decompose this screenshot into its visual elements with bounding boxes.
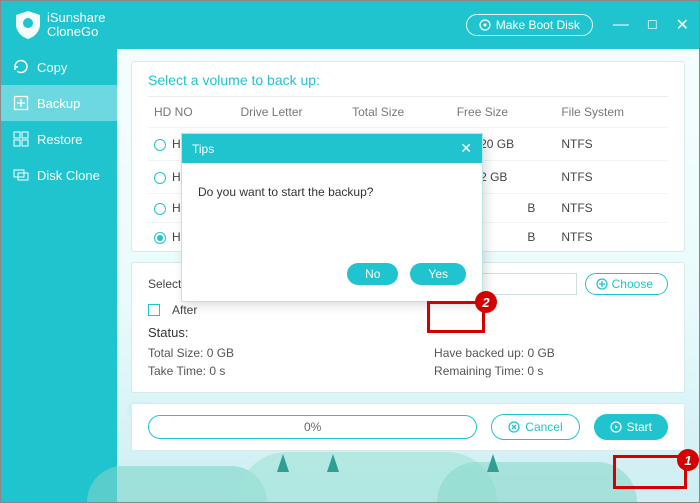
radio-icon[interactable] bbox=[154, 203, 166, 215]
progress-bar: 0% bbox=[148, 415, 477, 439]
sidebar-label-backup: Backup bbox=[37, 96, 80, 111]
radio-icon[interactable] bbox=[154, 232, 166, 244]
shield-logo-icon bbox=[15, 10, 41, 40]
maximize-button[interactable]: ☐ bbox=[647, 18, 658, 32]
tips-dialog: Tips ✕ Do you want to start the backup? … bbox=[181, 133, 483, 302]
diskclone-icon bbox=[13, 167, 29, 183]
status-remain: Remaining Time: 0 s bbox=[434, 362, 555, 380]
bottom-bar: 0% Cancel Start bbox=[131, 403, 685, 451]
sidebar: Copy Backup Restore Disk Clone bbox=[1, 49, 117, 502]
col-total: Total Size bbox=[346, 97, 451, 128]
cancel-icon bbox=[508, 421, 520, 433]
callout-badge-1: 1 bbox=[677, 449, 699, 471]
col-fs: File System bbox=[555, 97, 668, 128]
sidebar-item-copy[interactable]: Copy bbox=[1, 49, 117, 85]
sidebar-label-restore: Restore bbox=[37, 132, 83, 147]
plus-circle-icon bbox=[596, 278, 608, 290]
progress-text: 0% bbox=[304, 420, 321, 434]
after-label: After bbox=[172, 303, 197, 317]
select-volume-title: Select a volume to back up: bbox=[148, 72, 668, 88]
status-total: Total Size: 0 GB bbox=[148, 344, 234, 362]
sidebar-item-diskclone[interactable]: Disk Clone bbox=[1, 157, 117, 193]
sidebar-label-diskclone: Disk Clone bbox=[37, 168, 100, 183]
close-button[interactable]: ✕ bbox=[676, 15, 689, 35]
status-title: Status: bbox=[148, 325, 668, 340]
dialog-yes-button[interactable]: Yes bbox=[410, 263, 466, 285]
copy-icon bbox=[13, 59, 29, 75]
sidebar-item-backup[interactable]: Backup bbox=[1, 85, 117, 121]
choose-button[interactable]: Choose bbox=[585, 273, 668, 295]
disc-icon bbox=[479, 19, 491, 31]
callout-badge-2: 2 bbox=[475, 291, 497, 313]
col-free: Free Size bbox=[451, 97, 556, 128]
make-boot-disk-button[interactable]: Make Boot Disk bbox=[466, 14, 593, 36]
dialog-close-button[interactable]: ✕ bbox=[460, 140, 472, 157]
dialog-title: Tips bbox=[192, 142, 214, 156]
after-checkbox[interactable] bbox=[148, 304, 160, 316]
dialog-no-button[interactable]: No bbox=[347, 263, 398, 285]
status-backed: Have backed up: 0 GB bbox=[434, 344, 555, 362]
radio-icon[interactable] bbox=[154, 172, 166, 184]
radio-icon[interactable] bbox=[154, 139, 166, 151]
col-hdno: HD NO bbox=[148, 97, 234, 128]
sidebar-item-restore[interactable]: Restore bbox=[1, 121, 117, 157]
minimize-button[interactable]: ― bbox=[613, 16, 629, 34]
restore-icon bbox=[13, 131, 29, 147]
sidebar-label-copy: Copy bbox=[37, 60, 67, 75]
status-taketime: Take Time: 0 s bbox=[148, 362, 234, 380]
app-name-1: iSunshare bbox=[47, 11, 106, 25]
dialog-message: Do you want to start the backup? bbox=[198, 185, 373, 199]
titlebar: iSunshare CloneGo Make Boot Disk ― ☐ ✕ bbox=[1, 1, 699, 49]
make-boot-disk-label: Make Boot Disk bbox=[496, 18, 580, 32]
app-name-2: CloneGo bbox=[47, 25, 106, 39]
backup-icon bbox=[13, 95, 29, 111]
play-icon bbox=[610, 421, 622, 433]
cancel-button[interactable]: Cancel bbox=[491, 414, 579, 440]
start-button[interactable]: Start bbox=[594, 414, 668, 440]
app-logo: iSunshare CloneGo bbox=[11, 10, 106, 40]
col-drive: Drive Letter bbox=[234, 97, 346, 128]
